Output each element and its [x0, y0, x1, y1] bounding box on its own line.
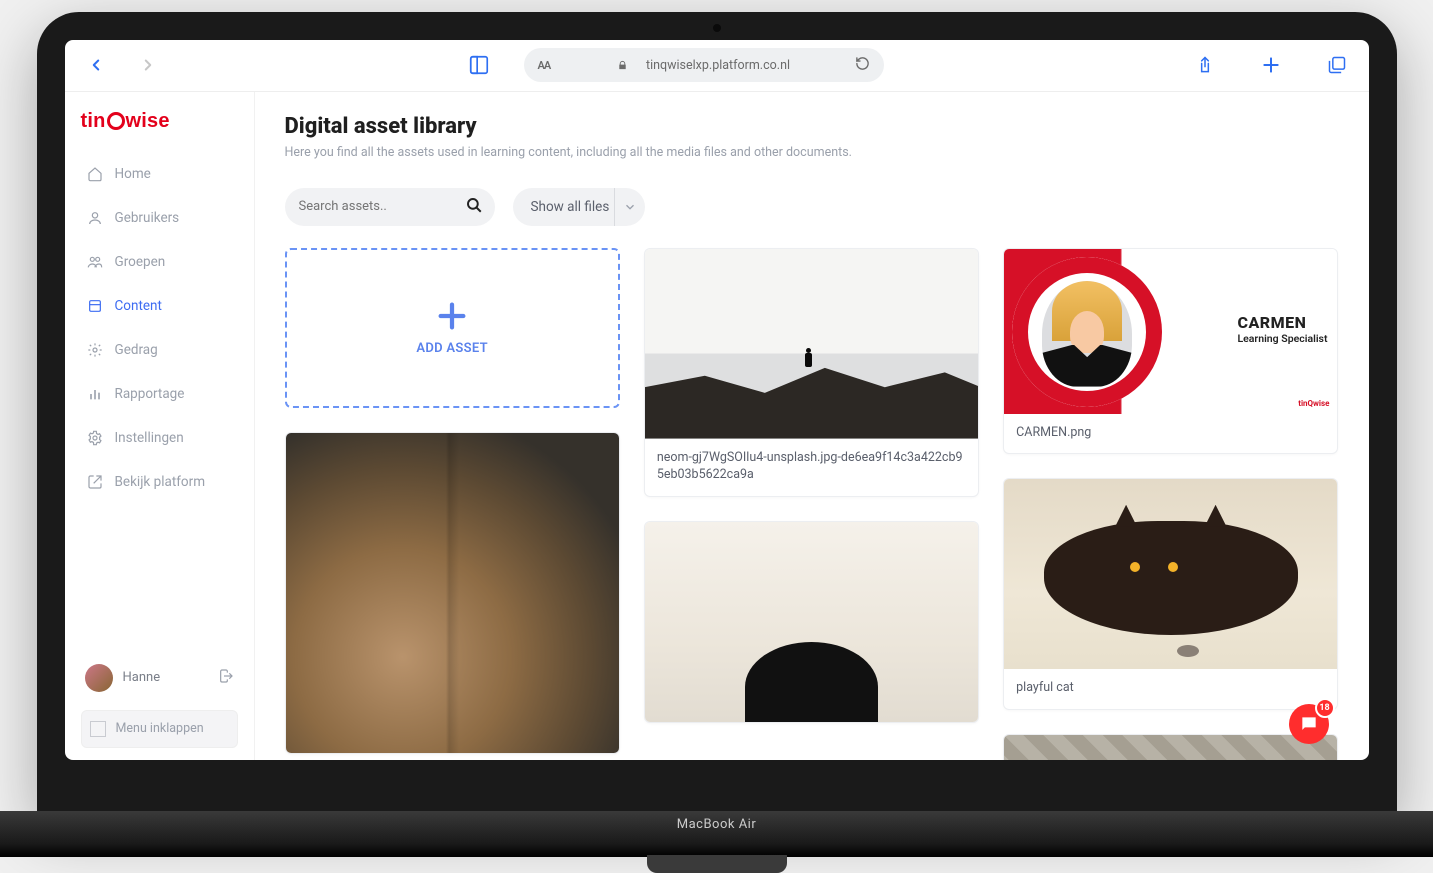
sidebar-item-label: Instellingen	[115, 430, 184, 446]
collapse-menu-button[interactable]: Menu inklappen	[81, 710, 238, 748]
forward-button[interactable]	[139, 56, 157, 74]
asset-thumbnail	[1004, 735, 1337, 760]
search-input[interactable]	[285, 188, 495, 226]
sidebar-item-settings[interactable]: Instellingen	[81, 419, 238, 457]
user-name: Hanne	[123, 670, 161, 685]
back-button[interactable]	[87, 56, 105, 74]
home-icon	[87, 166, 103, 182]
content-icon	[87, 298, 103, 314]
sidebar-item-reporting[interactable]: Rapportage	[81, 375, 238, 413]
avatar	[85, 664, 113, 692]
url-text: tinqwiselxp.platform.co.nl	[646, 58, 790, 73]
plus-icon	[435, 299, 469, 333]
sidebar-item-home[interactable]: Home	[81, 155, 238, 193]
cog-icon	[87, 430, 103, 446]
add-asset-label: ADD ASSET	[416, 341, 488, 356]
brand-logo[interactable]: tinwise	[81, 110, 238, 133]
chevron-down-icon	[614, 188, 637, 226]
external-icon	[87, 474, 103, 490]
screen: AA tinqwiselxp.platform.co.nl	[65, 40, 1369, 760]
sidebar-item-label: Content	[115, 298, 162, 314]
laptop-base: MacBook Air	[0, 811, 1433, 857]
page-subtitle: Here you find all the assets used in lea…	[285, 145, 1339, 160]
app-root: tinwise Home Gebruikers Groepen	[65, 92, 1369, 760]
asset-card[interactable]: neom-gj7WgSOIlu4-unsplash.jpg-de6ea9f14c…	[644, 248, 979, 497]
bars-icon	[87, 386, 103, 402]
asset-thumbnail	[286, 433, 619, 753]
new-tab-button[interactable]	[1261, 55, 1281, 75]
sidebar-item-behaviour[interactable]: Gedrag	[81, 331, 238, 369]
add-asset-tile[interactable]: ADD ASSET	[285, 248, 620, 408]
collapse-label: Menu inklappen	[116, 721, 204, 736]
sidebar-item-view-platform[interactable]: Bekijk platform	[81, 463, 238, 501]
groups-icon	[87, 254, 103, 270]
filter-label: Show all files	[531, 199, 610, 215]
asset-card[interactable]	[1003, 734, 1338, 760]
camera-dot	[713, 24, 721, 32]
search-icon	[465, 196, 483, 218]
asset-thumbnail	[645, 249, 978, 439]
file-filter-select[interactable]: Show all files	[513, 188, 646, 226]
page-title: Digital asset library	[285, 114, 1339, 139]
asset-caption: playful cat	[1004, 669, 1337, 709]
sidebar-item-content[interactable]: Content	[81, 287, 238, 325]
current-user[interactable]: Hanne	[81, 656, 238, 700]
asset-card[interactable]: CARMENLearning Specialist tinQwise CARME…	[1003, 248, 1338, 455]
address-bar[interactable]: AA tinqwiselxp.platform.co.nl	[524, 48, 884, 82]
asset-thumbnail	[1004, 479, 1337, 669]
tabs-button[interactable]	[1327, 55, 1347, 75]
carmen-name: CARMEN	[1237, 313, 1306, 332]
asset-thumbnail: CARMENLearning Specialist tinQwise	[1004, 249, 1337, 414]
sidebar-item-users[interactable]: Gebruikers	[81, 199, 238, 237]
browser-toolbar: AA tinqwiselxp.platform.co.nl	[65, 40, 1369, 92]
reader-mode-button[interactable]: AA	[538, 59, 551, 72]
logout-button[interactable]	[218, 668, 234, 688]
chat-widget[interactable]: 18	[1289, 704, 1329, 744]
reload-button[interactable]	[855, 56, 870, 75]
asset-thumbnail	[645, 522, 978, 722]
chat-badge: 18	[1315, 698, 1335, 718]
sidebar-item-label: Gebruikers	[115, 210, 180, 226]
search-field[interactable]	[299, 199, 465, 214]
asset-card[interactable]	[644, 521, 979, 723]
nav: Home Gebruikers Groepen Content	[81, 155, 238, 501]
sidebar-item-label: Home	[115, 166, 151, 182]
bookmarks-button[interactable]	[468, 54, 490, 76]
asset-card[interactable]: playful cat	[1003, 478, 1338, 710]
sidebar: tinwise Home Gebruikers Groepen	[65, 92, 255, 760]
main-content: Digital asset library Here you find all …	[255, 92, 1369, 760]
sidebar-item-label: Rapportage	[115, 386, 185, 402]
controls-row: Show all files	[285, 188, 1339, 226]
asset-card[interactable]	[285, 432, 620, 754]
asset-caption: neom-gj7WgSOIlu4-unsplash.jpg-de6ea9f14c…	[645, 439, 978, 496]
carmen-brand: tinQwise	[1298, 399, 1329, 408]
user-icon	[87, 210, 103, 226]
sidebar-item-label: Groepen	[115, 254, 166, 270]
lock-icon	[617, 60, 628, 71]
share-button[interactable]	[1195, 55, 1215, 75]
laptop-frame: AA tinqwiselxp.platform.co.nl	[37, 12, 1397, 812]
collapse-icon	[90, 721, 106, 737]
asset-caption: CARMEN.png	[1004, 414, 1337, 454]
sidebar-item-groups[interactable]: Groepen	[81, 243, 238, 281]
gear-icon	[87, 342, 103, 358]
sidebar-item-label: Bekijk platform	[115, 474, 206, 490]
asset-grid: ADD ASSET neom-gj7WgSOIlu4-unsplash.jpg-…	[285, 248, 1339, 760]
sidebar-item-label: Gedrag	[115, 342, 158, 358]
